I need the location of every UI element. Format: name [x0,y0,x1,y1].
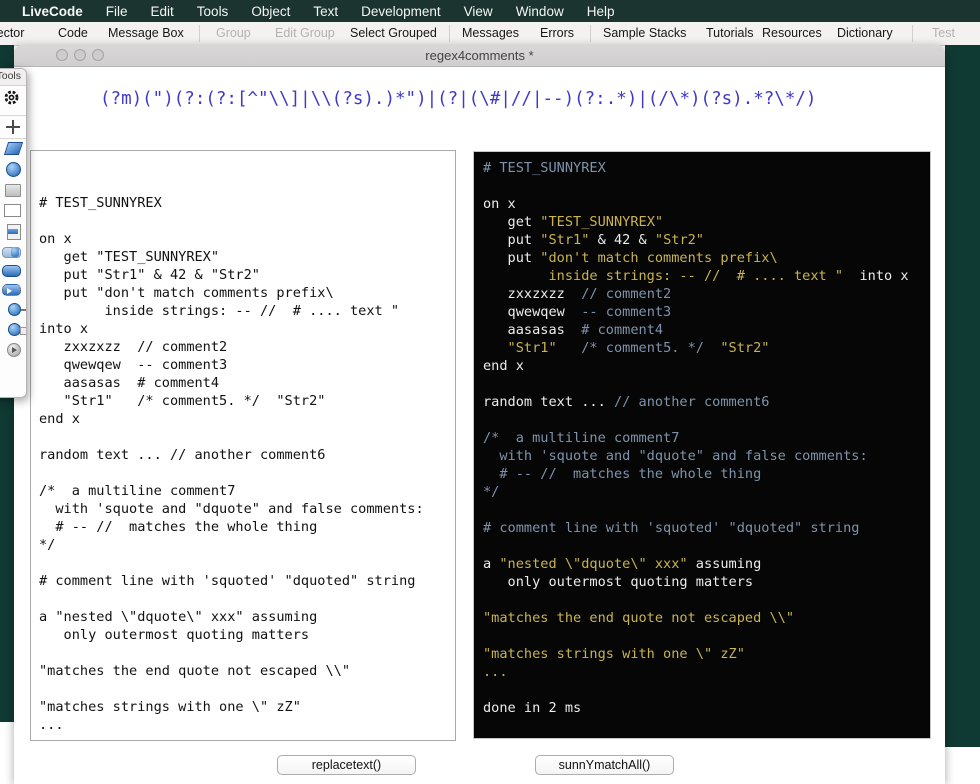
toolbar-group: Group [216,26,251,40]
button-tool-icon[interactable] [2,265,21,277]
toolbar-message-box[interactable]: Message Box [108,26,184,40]
menu-livecode[interactable]: LiveCode [22,4,83,19]
stack-window: regex4comments * (?m)(")(?:(?:[^"\\]|\\(… [14,45,945,784]
palette-divider [0,115,26,116]
code-line: /* a multiline comment7 [483,430,680,446]
code-line: "matches the end quote not escaped \\" [483,610,794,626]
browse-tool-icon[interactable] [6,162,21,177]
player-tool-icon[interactable] [7,343,21,357]
source-text-panel[interactable]: # TEST_SUNNYREX on x get "TEST_SUNNYREX"… [30,150,456,741]
toolbar-separator [912,25,913,42]
desktop-background-right [945,45,980,747]
toolbar-inspector[interactable]: Inspector [0,26,24,40]
code-line: only outermost quoting matters [483,574,754,590]
menu-text[interactable]: Text [313,4,338,19]
code-line: on x [483,196,516,212]
code-line: "matches strings with one \" zZ" [483,646,745,662]
source-text: # TEST_SUNNYREX on x get "TEST_SUNNYREX"… [39,195,424,733]
toolbar-edit-group: Edit Group [275,26,335,40]
menu-view[interactable]: View [464,4,493,19]
toolbar-messages[interactable]: Messages [462,26,519,40]
code-line: qwewqew -- comment3 [483,304,672,320]
code-line: put "don't match comments prefix\ [483,250,778,266]
code-line: aasasas # comment4 [483,322,664,338]
code-line: "Str1" /* comment5. */ "Str2" [483,340,770,356]
toolbar-resources[interactable]: Resources [762,26,822,40]
toolbar-dictionary[interactable]: Dictionary [837,26,893,40]
menu-object[interactable]: Object [251,4,290,19]
menubar: LiveCode File Edit Tools Object Text Developme… [0,0,980,23]
code-line: zxxzxzz // comment2 [483,286,672,302]
palette-divider [0,138,26,139]
toolbar-separator [449,25,450,42]
scrollbar-tool-icon[interactable] [7,224,21,240]
gear-icon[interactable] [3,89,20,111]
code-line: with 'squote and "dquote" and false comm… [483,448,868,464]
field-tool-icon[interactable] [4,204,21,217]
toolbar-separator [199,25,200,42]
code-line: end x [483,358,524,374]
replacetext-button[interactable]: replacetext() [277,755,416,775]
menu-help[interactable]: Help [587,4,615,19]
toolbar-code[interactable]: Code [58,26,88,40]
code-line: # comment line with 'squoted' "dquoted" … [483,520,860,536]
toolbar-select-grouped[interactable]: Select Grouped [350,26,437,40]
toolbar-tutorials[interactable]: Tutorials [706,26,753,40]
code-line: random text ... // another comment6 [483,394,770,410]
slider-tool-icon[interactable] [2,247,21,258]
code-line: # -- // matches the whole thing [483,466,762,482]
code-line: done in 2 ms [483,700,582,716]
menu-tools[interactable]: Tools [197,4,229,19]
edit-tool-icon[interactable] [3,142,24,155]
menu-edit[interactable]: Edit [151,4,174,19]
code-line: */ [483,484,500,500]
move-tool-icon[interactable] [6,120,20,134]
code-line: get "TEST_SUNNYREX" [483,214,664,230]
menu-file[interactable]: File [106,4,128,19]
popup-tool-icon[interactable] [8,323,26,336]
toolbar-separator [590,25,591,42]
code-line: a "nested \"dquote\" xxx" assuming [483,556,762,572]
toolbar-test: Test [932,26,955,40]
toolbar-sample-stacks[interactable]: Sample Stacks [603,26,686,40]
sunnymatchall-button[interactable]: sunnYmatchAll() [535,755,674,775]
menu-window[interactable]: Window [516,4,564,19]
main-toolbar: Inspector Code Message Box Group Edit Group S… [0,22,980,46]
code-line: ... [483,664,508,680]
tools-palette[interactable]: Tools [0,68,27,398]
tools-palette-title[interactable]: Tools [0,69,26,86]
code-line: # TEST_SUNNYREX [483,160,606,176]
code-line: put "Str1" & 42 & "Str2" [483,232,704,248]
toolbar-errors[interactable]: Errors [540,26,574,40]
result-text-panel[interactable]: # TEST_SUNNYREX on x get "TEST_SUNNYREX"… [473,151,931,739]
window-titlebar[interactable]: regex4comments * [14,45,945,67]
code-line: inside strings: -- // # .... text " into… [483,268,909,284]
regex-pattern-field[interactable]: (?m)(")(?:(?:[^"\\]|\\(?s).)*")|(?|(\#|/… [100,89,875,115]
menu-development[interactable]: Development [361,4,441,19]
window-title: regex4comments * [425,48,534,63]
knob-tool-icon[interactable] [8,303,26,316]
option-button-tool-icon[interactable] [2,284,21,296]
graphic-tool-icon[interactable] [5,184,21,197]
